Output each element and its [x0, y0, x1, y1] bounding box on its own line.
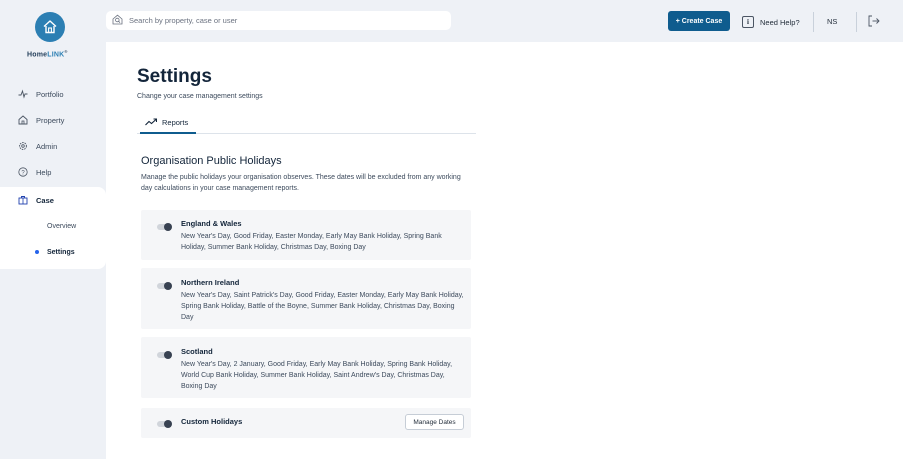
section-title: Organisation Public Holidays — [141, 155, 282, 167]
need-help-label: Need Help? — [760, 17, 800, 27]
holiday-card-scotland: Scotland New Year's Day, 2 January, Good… — [141, 337, 471, 398]
sidebar-item-property[interactable]: Property — [0, 107, 106, 133]
sidebar-item-help[interactable]: ? Help — [0, 159, 106, 185]
holiday-card-england-wales: England & Wales New Year's Day, Good Fri… — [141, 210, 471, 260]
holiday-region-dates: New Year's Day, 2 January, Good Friday, … — [181, 361, 453, 390]
header-divider — [856, 12, 857, 32]
sidebar-item-portfolio[interactable]: Portfolio — [0, 81, 106, 107]
scotland-toggle[interactable] — [154, 351, 172, 359]
northern-ireland-toggle[interactable] — [154, 282, 172, 290]
need-help-button[interactable]: i Need Help? — [742, 13, 800, 31]
holiday-region-dates: New Year's Day, Good Friday, Easter Mond… — [181, 233, 442, 251]
header-divider — [813, 12, 814, 32]
logo-badge[interactable] — [35, 12, 65, 42]
holiday-region-name: Custom Holidays — [181, 417, 243, 426]
tab-label: Reports — [162, 117, 189, 127]
pulse-icon — [18, 89, 28, 99]
settings-tabs: Reports — [137, 112, 476, 134]
sidebar-group-case: Case Overview Settings — [0, 187, 106, 269]
england-wales-toggle[interactable] — [154, 223, 172, 231]
sidebar-item-admin[interactable]: Admin — [0, 133, 106, 159]
custom-holidays-toggle[interactable] — [154, 420, 172, 428]
house-icon — [18, 115, 28, 125]
sidebar-item-label: Portfolio — [36, 89, 64, 99]
sidebar-item-label: Case — [36, 195, 54, 205]
holiday-region-name: Northern Ireland — [181, 278, 240, 287]
house-logo-icon — [43, 20, 57, 34]
sidebar-subitem-settings[interactable]: Settings — [0, 239, 106, 265]
gear-icon — [18, 141, 28, 151]
holiday-region-dates: New Year's Day, Saint Patrick's Day, Goo… — [181, 292, 464, 321]
search-input[interactable] — [129, 16, 429, 25]
holiday-region-name: Scotland — [181, 347, 213, 356]
sidebar-subitem-label: Settings — [47, 248, 75, 256]
main-panel: Settings Change your case management set… — [106, 42, 903, 459]
tab-reports[interactable]: Reports — [140, 112, 196, 134]
page-subtitle: Change your case management settings — [137, 93, 263, 100]
sidebar-subitem-overview[interactable]: Overview — [0, 213, 106, 239]
logout-icon[interactable] — [867, 14, 881, 28]
user-avatar[interactable]: NS — [827, 17, 837, 26]
info-icon: i — [742, 16, 754, 28]
sidebar-item-label: Property — [36, 115, 65, 125]
holiday-card-northern-ireland: Northern Ireland New Year's Day, Saint P… — [141, 268, 471, 329]
holiday-card-custom: Custom Holidays Manage Dates — [141, 408, 471, 438]
holiday-region-name: England & Wales — [181, 219, 242, 228]
briefcase-icon — [18, 195, 28, 205]
question-icon: ? — [18, 167, 28, 177]
search-icon — [112, 12, 123, 30]
create-case-button[interactable]: + Create Case — [668, 11, 730, 31]
active-dot-icon — [35, 250, 39, 254]
trend-icon — [145, 118, 157, 126]
page-title: Settings — [137, 66, 212, 87]
sidebar-item-label: Admin — [36, 141, 58, 151]
section-description: Manage the public holidays your organisa… — [141, 174, 461, 192]
sidebar-item-label: Help — [36, 167, 52, 177]
sidebar: HomeLINK® Portfolio Property Admin ? Hel… — [0, 0, 106, 459]
sidebar-item-case[interactable]: Case — [0, 187, 106, 213]
search-bar — [106, 11, 451, 30]
brand-wordmark: HomeLINK® — [27, 49, 68, 59]
manage-dates-button[interactable]: Manage Dates — [405, 414, 464, 430]
sidebar-subitem-label: Overview — [47, 222, 77, 230]
sidebar-nav: Portfolio Property Admin ? Help Case Ove… — [0, 81, 106, 269]
